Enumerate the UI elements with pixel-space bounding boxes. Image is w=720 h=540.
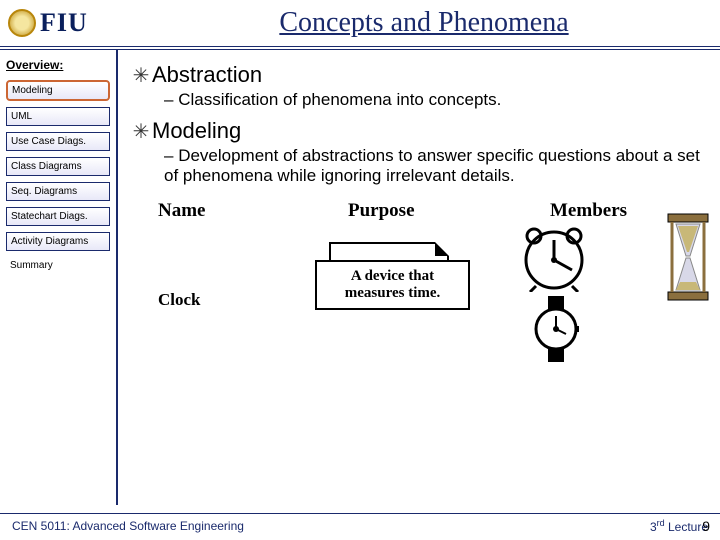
footer-lecture: 3rd Lecture: [650, 518, 708, 534]
seal-icon: [8, 9, 36, 37]
bullet-abstraction: ✳ Abstraction: [130, 62, 702, 88]
sidebar-item-summary[interactable]: Summary: [6, 257, 110, 274]
page-number: 9: [702, 518, 710, 534]
sidebar-heading: Overview:: [6, 58, 110, 72]
wall-clock-icon: [518, 226, 590, 292]
col-members: Members: [550, 200, 627, 222]
main-content: ✳ Abstraction Classification of phenomen…: [118, 50, 720, 505]
sidebar-item-seq-diagrams[interactable]: Seq. Diagrams: [6, 182, 110, 201]
logo-text: FIU: [40, 8, 88, 38]
cell-clock-members: [518, 226, 688, 364]
col-name: Name: [158, 200, 205, 222]
col-purpose: Purpose: [348, 200, 415, 222]
fiu-logo: FIU: [8, 3, 128, 43]
sidebar-item-use-case[interactable]: Use Case Diags.: [6, 132, 110, 151]
sidebar-item-statechart[interactable]: Statechart Diags.: [6, 207, 110, 226]
footer-course: CEN 5011: Advanced Software Engineering: [12, 519, 244, 533]
wristwatch-icon: [526, 294, 586, 364]
sidebar-item-activity[interactable]: Activity Diagrams: [6, 232, 110, 251]
sub-bullet-modeling: Development of abstractions to answer sp…: [164, 146, 702, 186]
sidebar-item-uml[interactable]: UML: [6, 107, 110, 126]
slide-title: Concepts and Phenomena: [128, 7, 720, 39]
bullet-modeling: ✳ Modeling: [130, 118, 702, 144]
footer: CEN 5011: Advanced Software Engineering …: [0, 513, 720, 534]
sub-bullet-abstraction: Classification of phenomena into concept…: [164, 90, 702, 110]
bullet-icon: ✳: [130, 119, 152, 144]
cell-clock-name: Clock: [158, 290, 201, 310]
sidebar-item-class-diagrams[interactable]: Class Diagrams: [6, 157, 110, 176]
purpose-text: A device that measures time.: [315, 260, 470, 310]
bullet-icon: ✳: [130, 63, 152, 88]
bullet-text: Modeling: [152, 118, 241, 144]
paper-corner-icon: [435, 242, 449, 256]
sidebar-item-modeling[interactable]: Modeling: [6, 80, 110, 101]
header-bar: FIU Concepts and Phenomena: [0, 0, 720, 50]
concept-table: Name Purpose Members Clock A device that…: [130, 200, 702, 390]
bullet-text: Abstraction: [152, 62, 262, 88]
hourglass-icon: [662, 212, 714, 302]
sidebar: Overview: Modeling UML Use Case Diags. C…: [0, 50, 118, 505]
